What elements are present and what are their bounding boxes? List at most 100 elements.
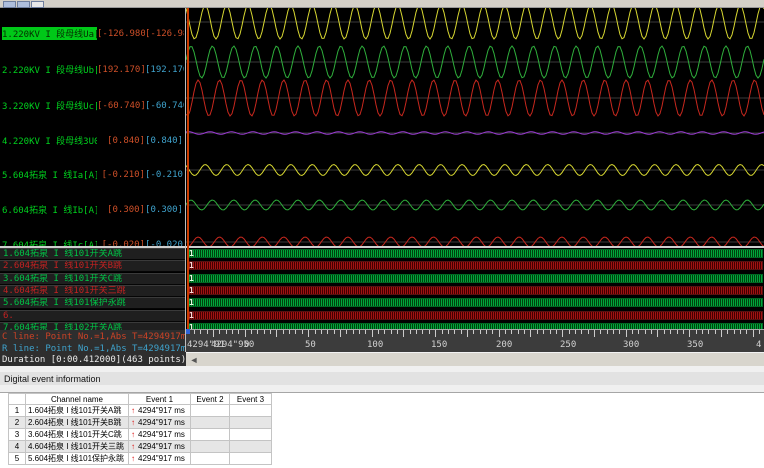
analog-channel-row-5[interactable]: 5.604拓泉 I 线Ia[A] [-0.210][-0.210]: [2, 168, 184, 182]
analog-channel-row-6[interactable]: 6.604拓泉 I 线Ib[A] [0.300] [0.300]: [2, 203, 184, 217]
analog-channel-label: 4.220KV I 段母线3U0[kV]: [2, 137, 97, 147]
axis-tick: [416, 330, 418, 334]
event-channel-name: 1.604拓泉 I 线101开关A跳: [25, 404, 129, 417]
event-3-cell: [229, 428, 272, 441]
digital-channel-row-4[interactable]: 4.604拓泉 I 线101开关三跳: [0, 284, 186, 297]
analog-channel-row-2[interactable]: 2.220KV I 段母线Ub[kV][192.170][192.170]: [2, 63, 184, 77]
axis-tick: [365, 330, 367, 334]
r-cursor-value: [-126.980]: [145, 28, 184, 39]
axis-tick: [549, 330, 551, 334]
row-number: 1: [8, 404, 26, 417]
event-1-cell: ↑ 4294"917 ms: [128, 428, 191, 441]
digital-trace-bar-6: [187, 310, 763, 320]
digital-trace-plot[interactable]: 1111111: [186, 248, 764, 329]
axis-tick-label: 200: [496, 340, 513, 350]
axis-tick: [644, 330, 646, 334]
analog-channel-row-1[interactable]: 1.220KV I 段母线Ua[kV][-126.980][-126.980]: [2, 27, 184, 40]
analog-trace-1: [186, 8, 764, 40]
axis-tick: [555, 330, 557, 334]
analog-channel-label: 7.604拓泉 I 线Ic[A]: [2, 241, 97, 246]
event-1-cell: ↑ 4294"917 ms: [128, 416, 191, 429]
scroll-left-button[interactable]: ◄: [188, 355, 200, 365]
event-table-row-3[interactable]: 3 3.604拓泉 I 线101开关C跳 ↑ 4294"917 ms: [8, 428, 272, 441]
r-cursor-marker[interactable]: [186, 329, 190, 334]
axis-tick: [409, 330, 411, 334]
axis-tick: [593, 330, 595, 337]
event-1-cell: ↑ 4294"917 ms: [128, 404, 191, 417]
event-timestamp: 4294"917 ms: [138, 442, 185, 451]
c-cursor-value: [192.170]: [97, 64, 145, 75]
analog-waveform-plot[interactable]: [186, 8, 764, 246]
axis-tick: [733, 330, 735, 334]
row-number: 2: [8, 416, 26, 429]
digital-channel-row-2[interactable]: 2.604拓泉 I 线101开关B跳: [0, 260, 186, 273]
axis-tick: [212, 330, 214, 337]
row-number: 5: [8, 452, 26, 465]
digital-state-value: 1: [189, 273, 194, 283]
axis-tick: [460, 330, 462, 334]
analog-channel-row-7[interactable]: 7.604拓泉 I 线Ic[A][-0.020][-0.020]: [2, 238, 184, 247]
analog-digital-divider: [0, 246, 764, 248]
axis-tick: [638, 330, 640, 334]
c-line-status: C line: Point No.=1,Abs T=4294917ms, Rel…: [2, 332, 186, 342]
axis-tick: [670, 330, 672, 334]
event-2-cell: [190, 416, 230, 429]
axis-tick: [244, 330, 246, 337]
axis-tick: [333, 330, 335, 334]
c-cursor-value: [0.300]: [107, 204, 145, 215]
axis-tick: [682, 330, 684, 334]
toolbar-button-2[interactable]: [17, 1, 30, 8]
axis-tick: [714, 330, 716, 334]
c-cursor-line[interactable]: [187, 8, 189, 329]
axis-tick: [219, 330, 221, 334]
digital-channel-list: 1.604拓泉 I 线101开关A跳 2.604拓泉 I 线101开关B跳 3.60…: [0, 248, 186, 338]
analog-channel-label: 5.604拓泉 I 线Ia[A]: [2, 171, 97, 181]
axis-tick: [498, 330, 500, 337]
event-table-row-1[interactable]: 1 1.604拓泉 I 线101开关A跳 ↑ 4294"917 ms: [8, 404, 272, 417]
analog-channel-row-4[interactable]: 4.220KV I 段母线3U0[kV] [0.840][0.840]: [2, 134, 184, 148]
toolbar-button-1[interactable]: [3, 1, 16, 8]
analog-channel-label: 3.220KV I 段母线Uc[kV]: [2, 102, 97, 112]
event-table-row-5[interactable]: 5 5.604拓泉 I 线101保护永跳 ↑ 4294"917 ms: [8, 452, 272, 465]
axis-tick: [384, 330, 386, 334]
digital-channel-row-3[interactable]: 3.604拓泉 I 线101开关C跳: [0, 272, 186, 285]
axis-tick: [289, 330, 291, 334]
r-cursor-value: [0.840]: [145, 135, 183, 146]
digital-channel-row-1[interactable]: 1.604拓泉 I 线101开关A跳: [0, 248, 186, 260]
waveform-analysis-window: 1.220KV I 段母线Ua[kV][-126.980][-126.980] 2…: [0, 0, 764, 468]
event-table-row-4[interactable]: 4 4.604拓泉 I 线101开关三跳 ↑ 4294"917 ms: [8, 440, 272, 453]
time-axis-ruler[interactable]: 4294"91 4294"950 0 50 100 150 200 250 300 350 4: [186, 329, 764, 353]
toolbar-button-3[interactable]: [31, 1, 44, 8]
axis-tick: [352, 330, 354, 334]
axis-tick: [282, 330, 284, 334]
axis-tick: [543, 330, 545, 334]
axis-tick: [657, 330, 659, 337]
axis-tick: [466, 330, 468, 337]
axis-tick: [740, 330, 741, 334]
axis-tick: [492, 330, 494, 334]
event-section-titlebar: [0, 372, 764, 385]
axis-tick: [276, 330, 278, 337]
axis-tick: [422, 330, 424, 334]
axis-tick: [473, 330, 475, 334]
r-cursor-value: [192.170]: [145, 64, 184, 75]
analog-channel-row-3[interactable]: 3.220KV I 段母线Uc[kV][-60.740][-60.740]: [2, 99, 184, 113]
event-table-row-2[interactable]: 2 2.604拓泉 I 线101开关B跳 ↑ 4294"917 ms: [8, 416, 272, 429]
axis-tick: [759, 330, 760, 334]
row-number: 4: [8, 440, 26, 453]
digital-trace-bar-3: [187, 273, 763, 283]
digital-channel-row-6[interactable]: 6.: [0, 309, 186, 322]
event-2-cell: [190, 428, 230, 441]
horizontal-scrollbar[interactable]: ◄: [186, 352, 764, 367]
axis-tick: [308, 330, 310, 337]
rising-edge-icon: ↑: [131, 442, 135, 451]
axis-tick: [397, 330, 398, 334]
axis-tick: [676, 330, 678, 334]
axis-tick: [225, 330, 227, 334]
axis-tick-label: 4: [756, 340, 762, 350]
axis-tick: [358, 330, 360, 334]
digital-state-value: 1: [189, 285, 194, 295]
rising-edge-icon: ↑: [131, 454, 135, 463]
axis-tick-label: 250: [560, 340, 577, 350]
digital-channel-row-5[interactable]: 5.604拓泉 I 线101保护永跳: [0, 297, 186, 310]
